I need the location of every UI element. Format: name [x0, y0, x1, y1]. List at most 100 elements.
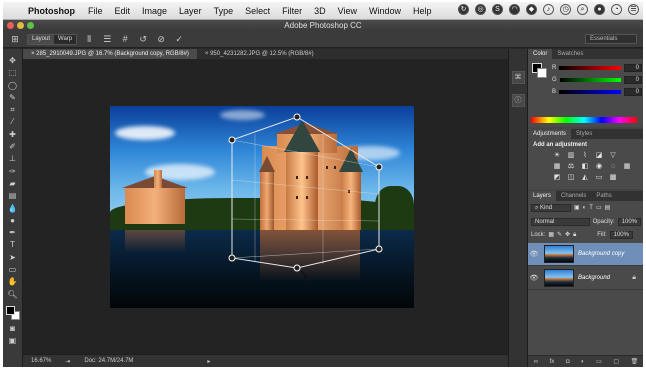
menu-3d[interactable]: 3D — [314, 6, 326, 16]
layout-mode-button[interactable]: Layout — [28, 34, 55, 44]
menu-app-name[interactable]: Photoshop — [28, 6, 75, 16]
opacity-field[interactable]: 100% — [617, 218, 641, 226]
quick-select-tool-icon[interactable]: ✎ — [6, 92, 20, 104]
threshold-icon[interactable]: ◭ — [580, 173, 590, 182]
tab-layers[interactable]: Layers — [528, 191, 557, 201]
lock-all-icon[interactable]: 🔒︎ — [573, 231, 576, 240]
tab-adjustments[interactable]: Adjustments — [528, 129, 572, 139]
delete-layer-icon[interactable]: 🗑︎ — [631, 358, 639, 365]
layer-kind-filter[interactable]: ⌕ Kind — [531, 204, 571, 212]
sound-icon[interactable]: ♪ — [543, 4, 554, 15]
menu-view[interactable]: View — [338, 6, 357, 16]
history-panel-icon[interactable]: ⌘ — [511, 71, 525, 84]
lock-position-icon[interactable]: ✥ — [565, 231, 570, 240]
channel-mixer-icon[interactable]: ◌ — [608, 162, 618, 171]
levels-icon[interactable]: ▥ — [566, 151, 576, 160]
spotlight-icon[interactable]: ⌕ — [577, 4, 588, 15]
quick-mask-icon[interactable]: ◙ — [6, 323, 20, 335]
document-tab-2[interactable]: × 950_4231282.JPG @ 12.5% (RGB/8#) — [197, 49, 322, 59]
blue-value-field[interactable]: 0 — [624, 87, 642, 96]
hand-tool-icon[interactable]: ✋ — [6, 276, 20, 288]
close-window-button[interactable] — [7, 22, 14, 29]
filter-adjustment-icon[interactable]: ◐ — [583, 204, 587, 213]
sync-icon[interactable]: ↻ — [458, 4, 469, 15]
curves-icon[interactable]: ⌇ — [580, 151, 590, 160]
zoom-level[interactable]: 16.67% — [31, 358, 51, 364]
user-icon[interactable]: ● — [594, 4, 605, 15]
creative-cloud-icon[interactable]: ◎ — [475, 4, 486, 15]
shape-tool-icon[interactable]: ▭ — [6, 264, 20, 276]
blur-tool-icon[interactable]: 💧 — [6, 203, 20, 215]
layer-background[interactable]: 👁︎ Background 🔒︎ — [528, 267, 643, 290]
export-icon[interactable]: ⇥ — [65, 358, 70, 365]
cancel-transform-icon[interactable]: ⊘ — [155, 34, 167, 45]
type-tool-icon[interactable]: T — [6, 239, 20, 251]
cross-grid-icon[interactable]: # — [119, 34, 131, 44]
menu-file[interactable]: File — [88, 6, 103, 16]
photo-filter-icon[interactable]: ◉ — [594, 162, 604, 171]
menu-type[interactable]: Type — [214, 6, 234, 16]
red-value-field[interactable]: 0 — [624, 63, 642, 72]
horizontal-grid-icon[interactable]: ☰ — [101, 34, 113, 45]
healing-brush-tool-icon[interactable]: ✚ — [6, 129, 20, 141]
menu-select[interactable]: Select — [245, 6, 270, 16]
zoom-tool-icon[interactable]: 🔍︎ — [6, 289, 20, 301]
clock-icon[interactable]: ◷ — [560, 4, 571, 15]
red-slider-track[interactable] — [559, 65, 622, 70]
menu-filter[interactable]: Filter — [282, 6, 302, 16]
move-tool-icon[interactable]: ✥ — [6, 55, 20, 67]
vertical-grid-icon[interactable]: ⦀ — [83, 34, 95, 45]
eyedropper-tool-icon[interactable]: ⁄ — [6, 116, 20, 128]
menu-help[interactable]: Help — [413, 6, 432, 16]
pen-tool-icon[interactable]: ✒ — [6, 227, 20, 239]
layer-background-copy[interactable]: 👁︎ Background copy — [528, 243, 643, 266]
menu-layer[interactable]: Layer — [179, 6, 202, 16]
fill-field[interactable]: 100% — [609, 231, 633, 239]
blue-slider[interactable]: B 0 — [552, 87, 642, 96]
filter-smart-icon[interactable]: ▤ — [605, 204, 611, 213]
path-selection-tool-icon[interactable]: ➤ — [6, 252, 20, 264]
wifi-icon[interactable]: ◠ — [509, 4, 520, 15]
screen-mode-icon[interactable]: ▣ — [6, 335, 20, 347]
posterize-icon[interactable]: ◫ — [566, 173, 576, 182]
lock-transparent-icon[interactable]: ▦ — [548, 231, 554, 240]
selective-color-icon[interactable]: ▩ — [608, 173, 618, 182]
vibrance-icon[interactable]: ▽ — [608, 151, 618, 160]
color-spectrum-ramp[interactable] — [531, 117, 637, 123]
tab-channels[interactable]: Channels — [556, 191, 591, 201]
green-slider[interactable]: G 0 — [552, 75, 642, 84]
exposure-icon[interactable]: ◪ — [594, 151, 604, 160]
filter-shape-icon[interactable]: ▭ — [596, 204, 602, 213]
history-brush-tool-icon[interactable]: ✑ — [6, 166, 20, 178]
marquee-tool-icon[interactable]: ⬚ — [6, 67, 20, 79]
add-mask-icon[interactable]: ◘ — [566, 359, 570, 365]
color-panel-background-swatch[interactable] — [537, 68, 547, 78]
link-layers-icon[interactable]: ∞ — [534, 359, 538, 365]
blend-mode-select[interactable]: Normal — [531, 218, 590, 226]
crop-tool-icon[interactable]: ⌗ — [6, 104, 20, 116]
layer-style-icon[interactable]: fx — [550, 359, 555, 365]
eraser-tool-icon[interactable]: ▰ — [6, 178, 20, 190]
skype-icon[interactable]: S — [492, 4, 503, 15]
lock-pixels-icon[interactable]: ✎ — [557, 231, 562, 240]
gradient-tool-icon[interactable]: ▤ — [6, 190, 20, 202]
gradient-map-icon[interactable]: ▭ — [594, 173, 604, 182]
hue-saturation-2-icon[interactable]: ▦ — [552, 162, 562, 171]
hue-saturation-icon[interactable] — [622, 151, 632, 160]
filter-pixel-icon[interactable]: ▣ — [574, 204, 580, 213]
green-slider-track[interactable] — [559, 77, 622, 82]
properties-panel-icon[interactable]: ⓘ — [511, 94, 525, 107]
status-menu-arrow-icon[interactable]: ▸ — [207, 358, 210, 365]
dodge-tool-icon[interactable]: ● — [6, 215, 20, 227]
black-white-icon[interactable]: ◧ — [580, 162, 590, 171]
foreground-color-swatch[interactable] — [5, 305, 15, 315]
filter-type-icon[interactable]: T — [589, 204, 593, 213]
tab-swatches[interactable]: Swatches — [552, 49, 588, 59]
color-lookup-icon[interactable]: ▦ — [622, 162, 632, 171]
visibility-eye-icon[interactable]: 👁︎ — [528, 250, 540, 258]
green-value-field[interactable]: 0 — [624, 75, 642, 84]
color-balance-icon[interactable]: ⚖ — [566, 162, 576, 171]
tab-paths[interactable]: Paths — [591, 191, 616, 201]
red-slider[interactable]: R 0 — [552, 63, 642, 72]
clone-stamp-tool-icon[interactable]: ⊥ — [6, 153, 20, 165]
